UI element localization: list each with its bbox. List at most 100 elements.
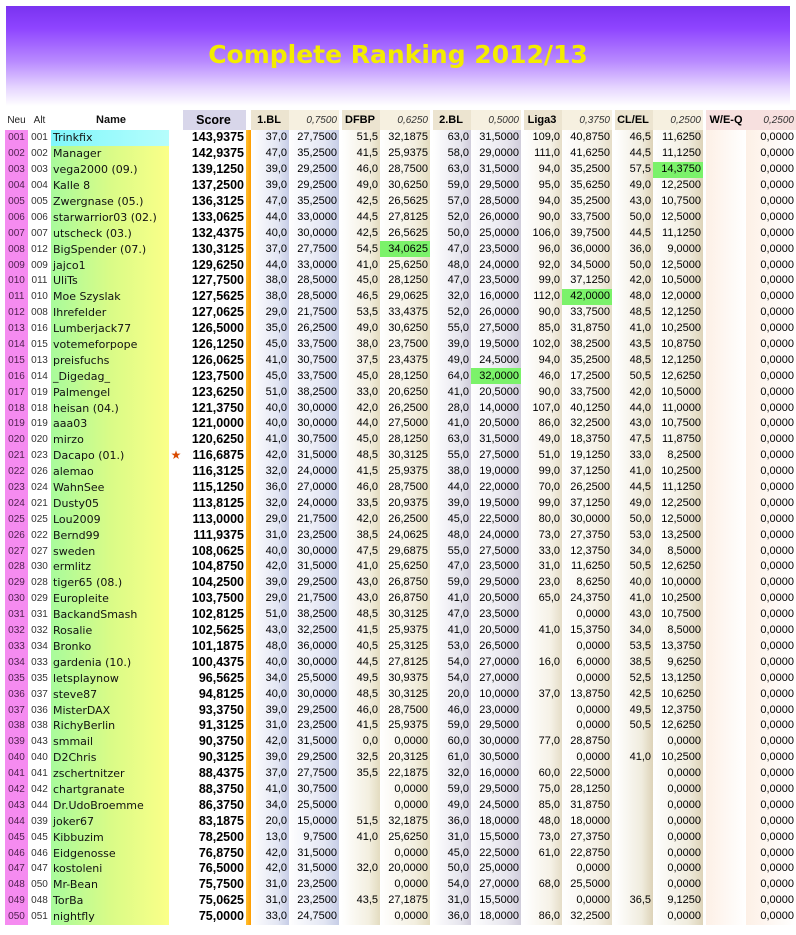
header-col-1bl: 1.BL <box>251 110 289 130</box>
points-liga3: 85,0 <box>524 797 562 814</box>
points-dfbp: 44,5 <box>342 654 380 671</box>
points-dfbp: 43,5 <box>342 892 380 909</box>
table-row: 019 019 aaa03 121,0000 40,0 30,0000 44,0 27,500… <box>5 416 796 432</box>
points-clel: 57,5 <box>615 161 653 178</box>
total-score: 126,1250 <box>183 336 246 353</box>
page-title: Complete Ranking 2012/13 <box>208 40 588 69</box>
total-score: 130,3125 <box>183 241 246 258</box>
rank-new: 025 <box>5 511 28 528</box>
rank-old: 035 <box>28 670 51 687</box>
rank-new: 021 <box>5 447 28 464</box>
weighted-2bl: 18,0000 <box>471 908 521 925</box>
rank-old: 030 <box>28 559 51 575</box>
points-2bl: 31,0 <box>433 892 471 909</box>
weighted-1bl: 30,7500 <box>289 352 339 369</box>
points-liga3: 90,0 <box>524 384 562 401</box>
points-1bl: 37,0 <box>251 130 289 146</box>
star-spacer <box>169 145 183 162</box>
weighted-clel: 12,6250 <box>653 559 703 575</box>
star-spacer <box>169 479 183 496</box>
points-liga3: 99,0 <box>524 273 562 289</box>
weighted-2bl: 26,0000 <box>471 209 521 226</box>
points-2bl: 31,0 <box>433 829 471 846</box>
star-spacer <box>169 670 183 687</box>
weighted-liga3: 35,2500 <box>562 352 612 369</box>
points-weq <box>706 273 746 289</box>
weighted-dfbp: 0,0000 <box>380 908 430 925</box>
points-2bl: 53,0 <box>433 638 471 655</box>
weighted-clel: 8,5000 <box>653 543 703 560</box>
player-name: vega2000 (09.) <box>51 161 169 178</box>
table-row: 016 014 _Digedag_ 123,7500 45,0 33,7500 45,0 28… <box>5 368 796 385</box>
weighted-liga3: 32,2500 <box>562 416 612 432</box>
star-icon: ★ <box>169 447 183 464</box>
weighted-liga3: 0,0000 <box>562 702 612 718</box>
points-liga3: 41,0 <box>524 622 562 639</box>
total-score: 108,0625 <box>183 543 246 560</box>
points-clel: 40,0 <box>615 574 653 591</box>
points-clel: 49,0 <box>615 177 653 194</box>
weighted-liga3: 17,2500 <box>562 368 612 385</box>
points-2bl: 55,0 <box>433 543 471 560</box>
rank-new: 019 <box>5 416 28 432</box>
rank-old: 033 <box>28 654 51 671</box>
weighted-weq: 0,0000 <box>746 845 796 861</box>
weighted-1bl: 31,5000 <box>289 733 339 750</box>
weighted-liga3: 27,3750 <box>562 527 612 544</box>
points-clel: 49,5 <box>615 702 653 718</box>
points-dfbp: 42,5 <box>342 193 380 210</box>
points-1bl: 41,0 <box>251 781 289 798</box>
weighted-liga3: 33,7500 <box>562 384 612 401</box>
weighted-dfbp: 26,2500 <box>380 400 430 417</box>
points-1bl: 47,0 <box>251 193 289 210</box>
weighted-2bl: 23,5000 <box>471 606 521 623</box>
weighted-1bl: 29,2500 <box>289 702 339 718</box>
weighted-1bl: 30,0000 <box>289 225 339 242</box>
weighted-weq: 0,0000 <box>746 511 796 528</box>
weighted-dfbp: 30,6250 <box>380 177 430 194</box>
points-clel: 41,0 <box>615 320 653 337</box>
star-spacer <box>169 130 183 146</box>
weighted-2bl: 30,5000 <box>471 749 521 766</box>
rank-old: 043 <box>28 733 51 750</box>
points-liga3: 112,0 <box>524 288 562 305</box>
points-1bl: 43,0 <box>251 622 289 639</box>
star-spacer <box>169 225 183 242</box>
points-liga3: 86,0 <box>524 908 562 925</box>
points-dfbp: 48,5 <box>342 686 380 703</box>
weighted-weq: 0,0000 <box>746 145 796 162</box>
weighted-liga3: 36,0000 <box>562 241 612 258</box>
weighted-weq: 0,0000 <box>746 336 796 353</box>
points-clel: 41,0 <box>615 749 653 766</box>
weighted-2bl: 26,5000 <box>471 638 521 655</box>
points-1bl: 40,0 <box>251 416 289 432</box>
table-row: 049 048 TorBa 75,0625 31,0 23,2500 43,5 27,1875… <box>5 892 796 909</box>
points-clel: 52,5 <box>615 670 653 687</box>
rank-new: 022 <box>5 463 28 480</box>
player-name: Dacapo (01.) <box>51 447 169 464</box>
points-liga3: 90,0 <box>524 304 562 321</box>
points-2bl: 61,0 <box>433 749 471 766</box>
header-star-spacer <box>169 110 183 130</box>
points-dfbp: 44,5 <box>342 209 380 226</box>
points-weq <box>706 511 746 528</box>
points-1bl: 39,0 <box>251 702 289 718</box>
weighted-liga3: 26,2500 <box>562 479 612 496</box>
table-row: 050 051 nightfly 75,0000 33,0 24,7500 0,0000 36… <box>5 908 796 925</box>
weighted-1bl: 24,7500 <box>289 908 339 925</box>
total-score: 123,6250 <box>183 384 246 401</box>
rank-old: 034 <box>28 638 51 655</box>
rank-new: 017 <box>5 384 28 401</box>
weighted-2bl: 20,5000 <box>471 590 521 607</box>
points-weq <box>706 845 746 861</box>
player-name: Europleite <box>51 590 169 607</box>
points-weq <box>706 241 746 258</box>
weighted-dfbp: 23,4375 <box>380 352 430 369</box>
points-dfbp <box>342 845 380 861</box>
points-clel: 50,5 <box>615 368 653 385</box>
star-spacer <box>169 463 183 480</box>
points-1bl: 45,0 <box>251 368 289 385</box>
points-clel: 36,0 <box>615 241 653 258</box>
points-clel <box>615 813 653 830</box>
rank-old: 007 <box>28 225 51 242</box>
